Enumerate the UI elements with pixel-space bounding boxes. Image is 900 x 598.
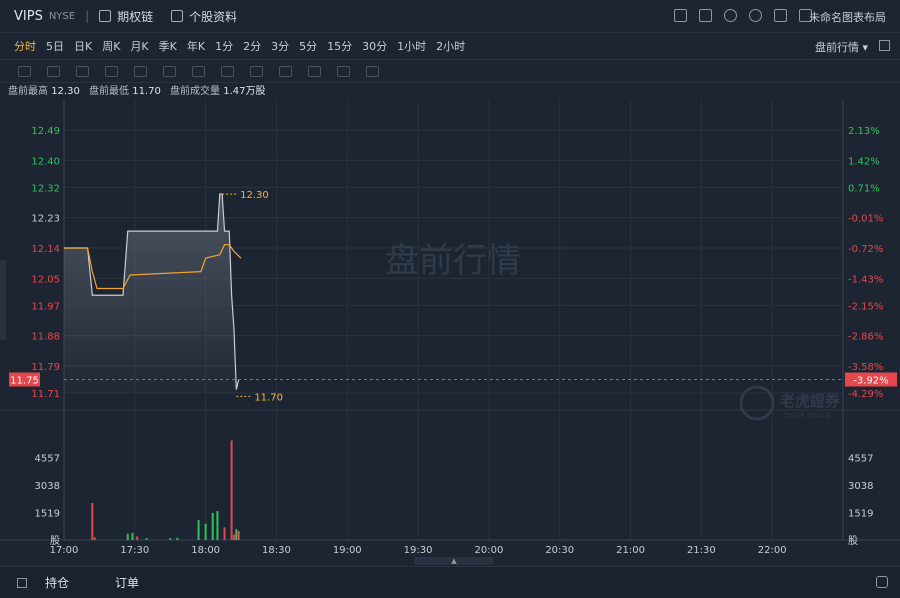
x-tick-label: 20:00 [474, 545, 503, 556]
volume-bar [176, 537, 179, 540]
y-tick-label: 11.79 [31, 362, 60, 373]
y-tick-label: 12.14 [31, 244, 60, 255]
pct-tick-label: -2.15% [848, 301, 883, 312]
pct-tick-label: -0.01% [848, 214, 883, 225]
chat-icon[interactable] [876, 576, 888, 588]
y-tick-label: 11.97 [31, 301, 60, 312]
volume-tick-label-right: 股 [848, 535, 858, 547]
high-marker: 12.30 [240, 190, 269, 201]
tab-orders[interactable]: 订单 [115, 574, 139, 591]
pct-tick-label: 0.71% [848, 183, 880, 194]
pct-tick-label: -3.58% [848, 362, 883, 373]
watermark: 盘前行情 [385, 241, 521, 281]
volume-bar [93, 537, 96, 540]
volume-bar [169, 538, 172, 540]
pct-tick-label: 2.13% [848, 126, 880, 137]
volume-bar [230, 440, 233, 540]
y-tick-label: 12.49 [31, 126, 60, 137]
x-tick-label: 22:00 [758, 545, 787, 556]
volume-bar [235, 529, 238, 540]
x-tick-label: 19:30 [404, 545, 433, 556]
brand-logo-icon [739, 385, 775, 421]
x-tick-label: 17:00 [50, 545, 79, 556]
volume-bar [216, 511, 219, 540]
volume-tick-label: 1519 [35, 509, 60, 520]
x-tick-label: 19:00 [333, 545, 362, 556]
x-tick-label: 21:00 [616, 545, 645, 556]
x-tick-label: 20:30 [545, 545, 574, 556]
pct-tick-label: -1.43% [848, 274, 883, 285]
volume-tick-label-right: 4557 [848, 454, 873, 465]
pct-tick-label: -4.29% [848, 389, 883, 400]
volume-bar [136, 536, 139, 540]
y-tick-label: 12.40 [31, 156, 60, 167]
volume-bar [232, 534, 235, 540]
volume-tick-label: 4557 [35, 454, 60, 465]
y-tick-label: 12.05 [31, 274, 60, 285]
brand-watermark: 老虎證券 [779, 392, 841, 410]
x-tick-label: 18:30 [262, 545, 291, 556]
price-area [64, 194, 239, 393]
volume-bar [237, 530, 240, 540]
current-price-label: 11.75 [10, 376, 39, 387]
y-tick-label: 12.32 [31, 183, 60, 194]
volume-bar [145, 538, 148, 540]
volume-bar [131, 532, 134, 540]
intraday-chart[interactable]: 盘前行情老虎證券 TIGER TRADE 12.49 12.40 12.32 12.23 1… [0, 0, 900, 566]
volume-bar [211, 512, 214, 540]
pct-tick-label: 1.42% [848, 156, 880, 167]
volume-tick-label-right: 3038 [848, 481, 873, 492]
volume-bar [197, 520, 200, 540]
panel-resize-handle[interactable]: ▲ [414, 557, 494, 565]
x-tick-label: 18:00 [191, 545, 220, 556]
volume-bar [223, 527, 226, 540]
y-tick-label: 12.23 [31, 214, 60, 225]
x-tick-label: 21:30 [687, 545, 716, 556]
side-panel-handle[interactable] [0, 260, 6, 340]
volume-bar [126, 533, 129, 540]
brand-watermark-en: TIGER TRADE [783, 412, 831, 420]
low-marker: 11.70 [254, 392, 283, 403]
volume-bar [91, 502, 94, 540]
x-tick-label: 17:30 [120, 545, 149, 556]
volume-tick-label: 3038 [35, 481, 60, 492]
pct-tick-label: -0.72% [848, 244, 883, 255]
pct-tick-label: -2.86% [848, 332, 883, 343]
panel-icon[interactable] [17, 577, 27, 588]
volume-bar [204, 523, 207, 540]
y-tick-label: 11.71 [31, 389, 60, 400]
current-pct-label: -3.92% [853, 376, 888, 387]
volume-tick-label-right: 1519 [848, 509, 873, 520]
bottom-bar: 持仓 订单 [0, 566, 900, 598]
tab-positions[interactable]: 持仓 [45, 574, 69, 591]
y-tick-label: 11.88 [31, 332, 60, 343]
